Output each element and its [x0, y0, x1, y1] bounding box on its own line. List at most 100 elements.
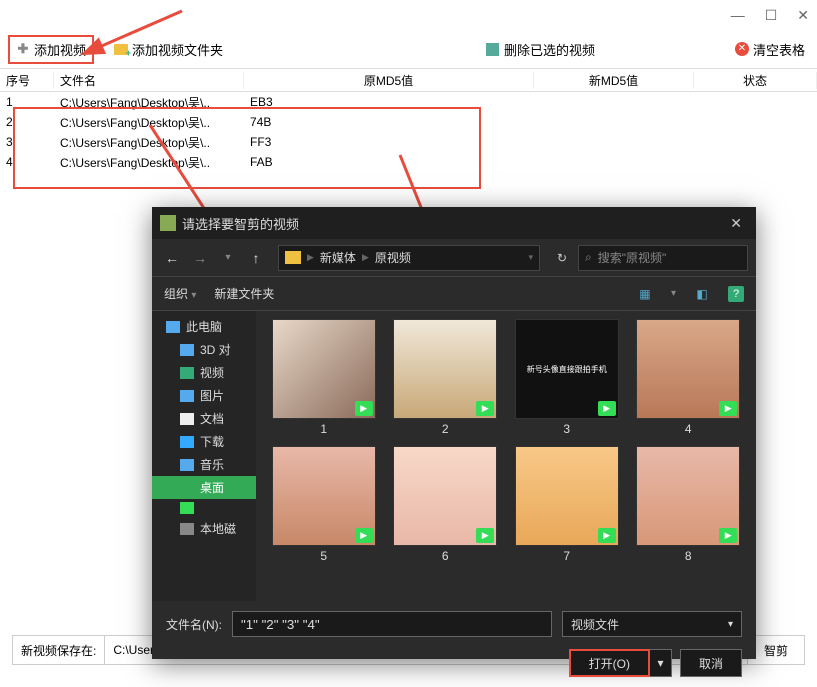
help-button[interactable]: ?: [728, 286, 744, 302]
thumb-image: ▶: [515, 446, 619, 546]
file-thumb[interactable]: ▶1: [266, 319, 382, 436]
organize-button[interactable]: 组织 ▾: [164, 285, 196, 302]
thumb-label: 1: [320, 422, 327, 436]
dialog-titlebar: 请选择要智剪的视频 ✕: [152, 207, 756, 239]
view-preview-button[interactable]: ◧: [694, 286, 710, 302]
file-thumb[interactable]: ▶4: [631, 319, 747, 436]
sidebar-item-pictures[interactable]: 图片: [152, 384, 256, 407]
video-badge-icon: ▶: [598, 528, 616, 543]
clear-table-button[interactable]: ✕ 清空表格: [735, 40, 805, 59]
breadcrumb-segment[interactable]: 原视频: [375, 249, 411, 266]
table-body: 1 C:\Users\Fang\Desktop\吴\.. EB3 2 C:\Us…: [0, 92, 817, 172]
cell-num: 3: [0, 135, 54, 149]
chevron-down-icon: ▾: [728, 619, 733, 630]
open-dropdown-button[interactable]: ▾: [650, 649, 672, 677]
new-folder-button[interactable]: 新建文件夹: [214, 285, 274, 302]
video-badge-icon: ▶: [355, 401, 373, 416]
col-filename: 文件名: [54, 72, 244, 89]
clear-icon: ✕: [735, 42, 749, 56]
chevron-right-icon: ▶: [362, 252, 369, 263]
thumb-image: ▶: [636, 319, 740, 419]
file-thumb[interactable]: 新号头像直接跟拍手机▶3: [509, 319, 625, 436]
save-location-label: 新视频保存在:: [13, 636, 105, 664]
file-thumb[interactable]: ▶7: [509, 446, 625, 563]
col-original-md5: 原MD5值: [244, 72, 534, 89]
video-badge-icon: ▶: [598, 401, 616, 416]
file-thumb[interactable]: ▶2: [388, 319, 504, 436]
close-button[interactable]: ✕: [797, 7, 809, 24]
delete-icon: [486, 42, 500, 56]
cancel-button[interactable]: 取消: [680, 649, 742, 677]
nav-recent-button[interactable]: ▾: [216, 246, 240, 270]
sidebar-item-desktop[interactable]: 桌面: [152, 476, 256, 499]
cell-file: C:\Users\Fang\Desktop\吴\..: [54, 154, 244, 171]
chevron-right-icon: ▶: [307, 252, 314, 263]
thumb-label: 6: [442, 549, 449, 563]
cell-file: C:\Users\Fang\Desktop\吴\..: [54, 114, 244, 131]
delete-selected-button[interactable]: 删除已选的视频: [486, 40, 595, 59]
nav-back-button[interactable]: ←: [160, 246, 184, 270]
table-row[interactable]: 1 C:\Users\Fang\Desktop\吴\.. EB3: [0, 92, 817, 112]
table-row[interactable]: 2 C:\Users\Fang\Desktop\吴\.. 74B: [0, 112, 817, 132]
nav-forward-button[interactable]: →: [188, 246, 212, 270]
table-row[interactable]: 3 C:\Users\Fang\Desktop\吴\.. FF3: [0, 132, 817, 152]
refresh-button[interactable]: ↻: [550, 251, 574, 265]
thumb-image: ▶: [393, 446, 497, 546]
dialog-toolbar: 组织 ▾ 新建文件夹 ▦ ▾ ◧ ?: [152, 277, 756, 311]
file-thumb[interactable]: ▶8: [631, 446, 747, 563]
chevron-down-icon[interactable]: ▾: [528, 252, 533, 263]
video-badge-icon: ▶: [355, 528, 373, 543]
sidebar-item-documents[interactable]: 文档: [152, 407, 256, 430]
search-placeholder: 搜索"原视频": [598, 249, 667, 266]
filetype-select[interactable]: 视频文件 ▾: [562, 611, 742, 637]
sidebar-item-videos[interactable]: 视频: [152, 361, 256, 384]
sidebar-item-music[interactable]: 音乐: [152, 453, 256, 476]
cube-icon: [180, 344, 194, 356]
maximize-button[interactable]: ☐: [765, 7, 778, 24]
file-open-dialog: 请选择要智剪的视频 ✕ ← → ▾ ↑ ▶ 新媒体 ▶ 原视频 ▾ ↻ ⌕ 搜索…: [152, 207, 756, 659]
add-video-button[interactable]: ✚ 添加视频: [8, 35, 94, 64]
sidebar-item-green[interactable]: [152, 499, 256, 517]
music-icon: [180, 459, 194, 471]
dialog-close-button[interactable]: ✕: [724, 215, 748, 232]
open-button[interactable]: 打开(O): [569, 649, 650, 677]
video-badge-icon: ▶: [476, 528, 494, 543]
sidebar-item-downloads[interactable]: 下载: [152, 430, 256, 453]
filename-label: 文件名(N):: [166, 616, 222, 633]
sidebar-item-this-pc[interactable]: 此电脑: [152, 315, 256, 338]
sidebar-item-3d[interactable]: 3D 对: [152, 338, 256, 361]
search-input[interactable]: ⌕ 搜索"原视频": [578, 245, 748, 271]
breadcrumb[interactable]: ▶ 新媒体 ▶ 原视频 ▾: [278, 245, 540, 271]
filename-input[interactable]: [232, 611, 552, 637]
add-folder-label: 添加视频文件夹: [132, 40, 223, 59]
col-number: 序号: [0, 72, 54, 89]
dialog-icon: [160, 215, 176, 231]
cell-md5: FAB: [244, 155, 283, 169]
minimize-button[interactable]: —: [731, 7, 745, 23]
file-thumb[interactable]: ▶6: [388, 446, 504, 563]
cell-md5: EB3: [244, 95, 283, 109]
dialog-button-row: 打开(O) ▾ 取消: [166, 649, 742, 677]
pc-icon: [166, 321, 180, 333]
window-titlebar: — ☐ ✕: [0, 0, 817, 30]
cell-num: 4: [0, 155, 54, 169]
dialog-title: 请选择要智剪的视频: [182, 214, 724, 233]
chevron-down-icon[interactable]: ▾: [671, 288, 676, 299]
add-video-label: 添加视频: [34, 40, 86, 59]
view-thumbnails-button[interactable]: ▦: [637, 286, 653, 302]
thumb-image: ▶: [272, 319, 376, 419]
breadcrumb-segment[interactable]: 新媒体: [320, 249, 356, 266]
video-badge-icon: ▶: [719, 528, 737, 543]
thumb-label: 4: [685, 422, 692, 436]
nav-up-button[interactable]: ↑: [244, 246, 268, 270]
clear-table-label: 清空表格: [753, 40, 805, 59]
main-toolbar: ✚ 添加视频 添加视频文件夹 删除已选的视频 ✕ 清空表格: [0, 30, 817, 68]
table-row[interactable]: 4 C:\Users\Fang\Desktop\吴\.. FAB: [0, 152, 817, 172]
sidebar-item-disk[interactable]: 本地磁: [152, 517, 256, 540]
cell-num: 1: [0, 95, 54, 109]
video-icon: [180, 367, 194, 379]
plus-icon: ✚: [16, 42, 30, 56]
file-thumb[interactable]: ▶5: [266, 446, 382, 563]
thumb-image: ▶: [636, 446, 740, 546]
add-folder-button[interactable]: 添加视频文件夹: [114, 40, 223, 59]
